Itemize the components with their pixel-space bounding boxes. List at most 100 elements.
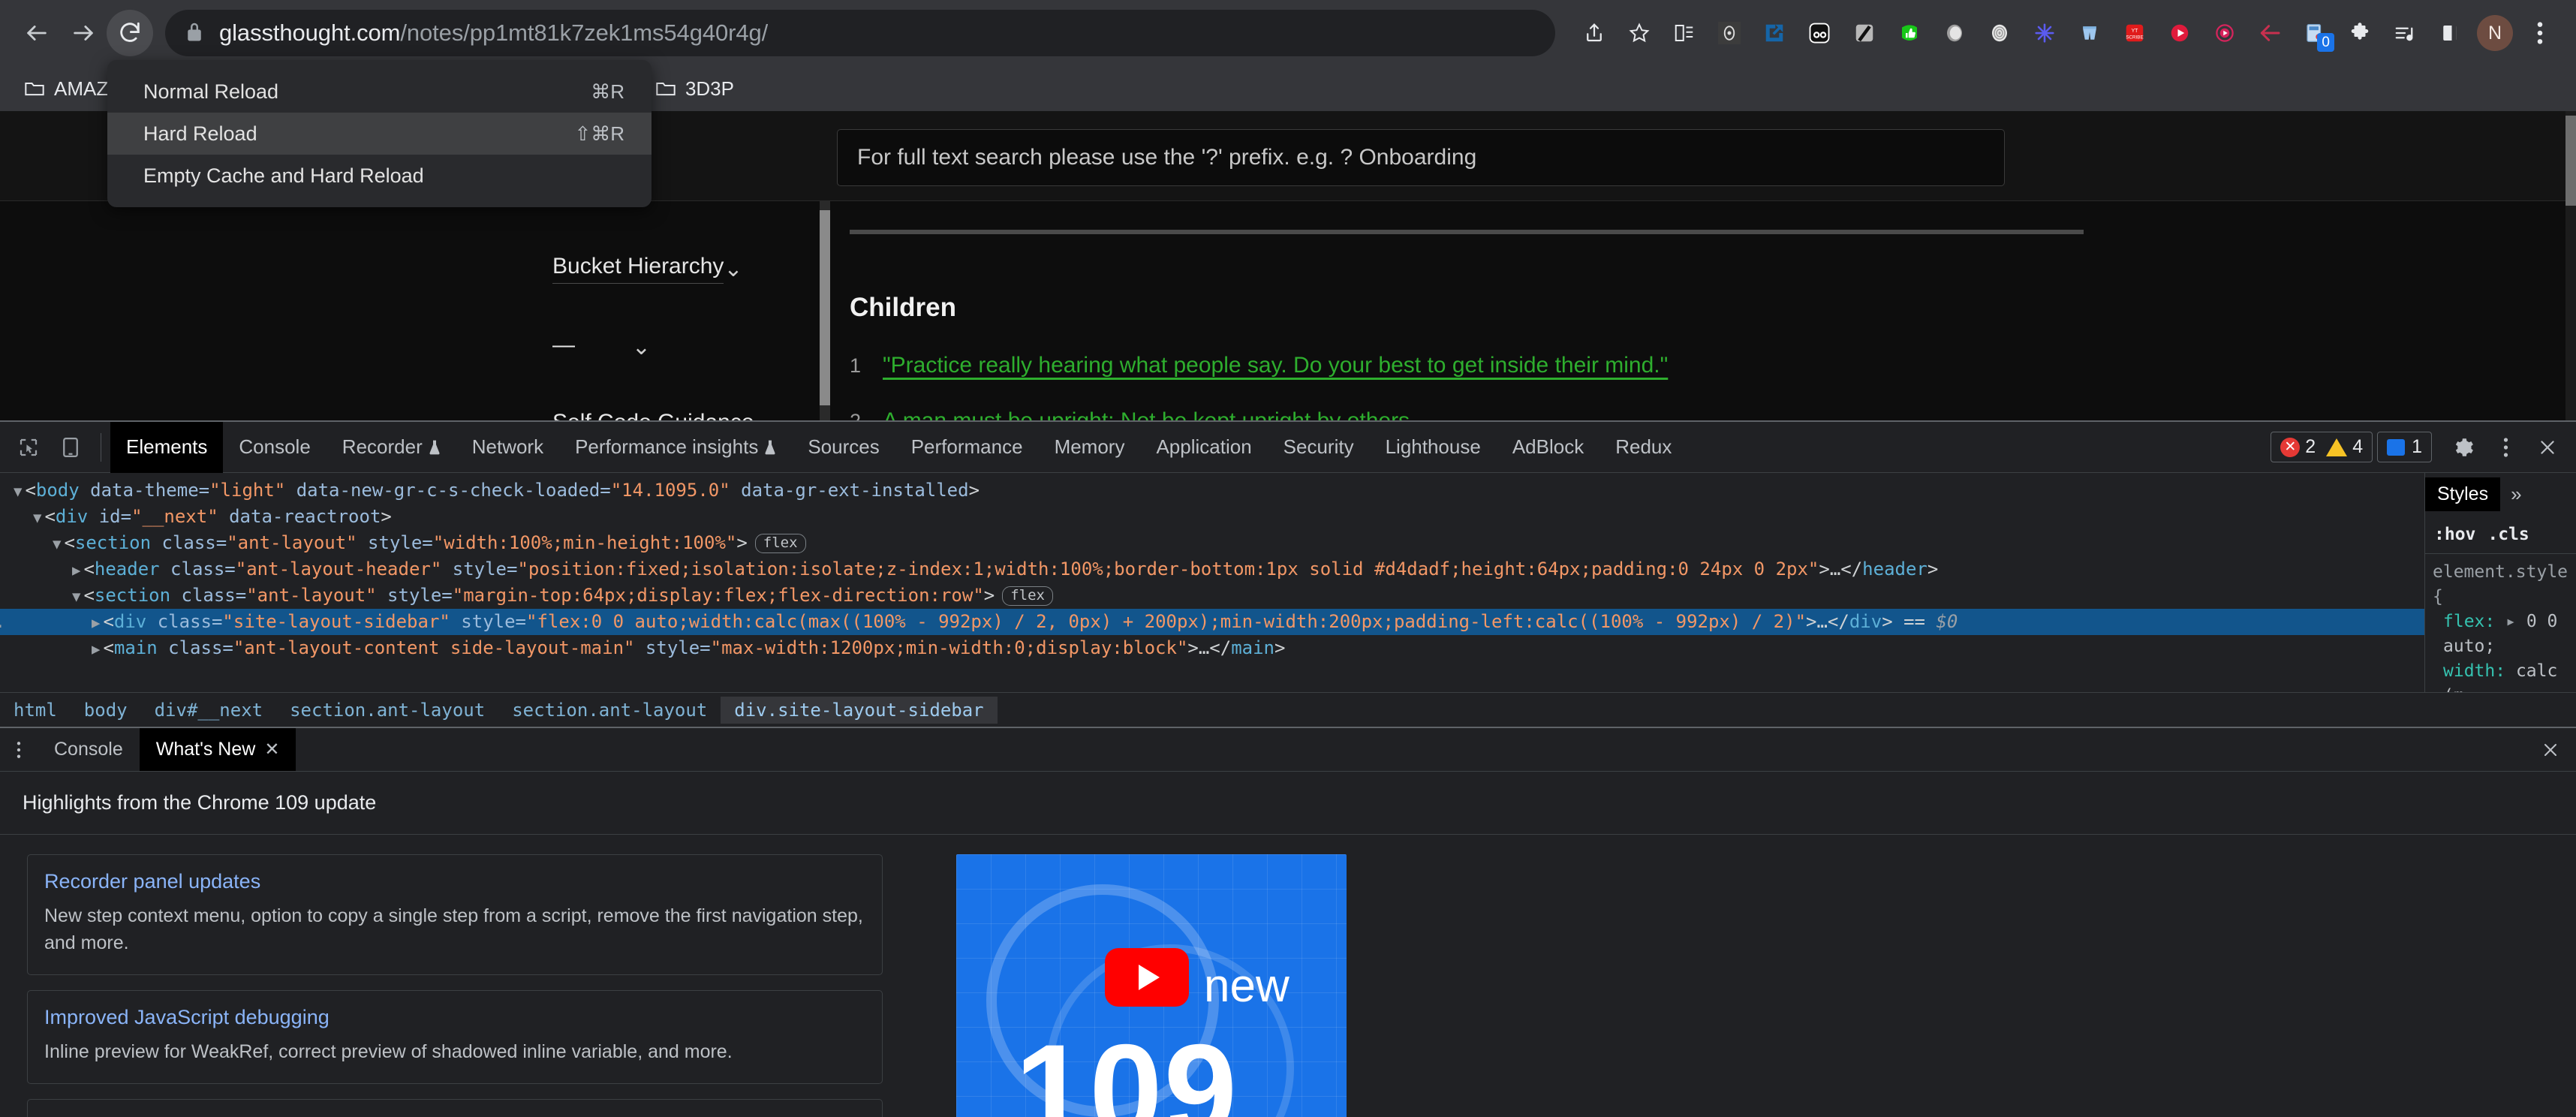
close-icon[interactable]: ✕ bbox=[264, 739, 279, 760]
youtube-music-extension-icon[interactable] bbox=[2202, 10, 2247, 56]
sidebar-scrollbar-thumb[interactable] bbox=[820, 210, 830, 405]
tab-lighthouse[interactable]: Lighthouse bbox=[1370, 422, 1497, 473]
playlist-extension-icon[interactable] bbox=[2382, 10, 2427, 56]
tab-performance-insights[interactable]: Performance insights bbox=[559, 422, 792, 473]
flex-badge[interactable]: flex bbox=[1002, 586, 1053, 606]
dom-tree-node[interactable]: ▼ <section class="ant-layout" style="marg… bbox=[0, 583, 2424, 609]
tab-performance[interactable]: Performance bbox=[895, 422, 1039, 473]
breadcrumb-item[interactable]: section.ant-layout bbox=[498, 697, 721, 724]
style-declaration[interactable]: width: calc(m bbox=[2433, 659, 2568, 692]
tab-adblock[interactable]: AdBlock bbox=[1497, 422, 1599, 473]
drawer-tab-whats-new[interactable]: What's New ✕ bbox=[139, 728, 296, 771]
sidebar-item-bucket-hierarchy[interactable]: Bucket Hierarchy ⌄ bbox=[0, 230, 820, 308]
grey-oval-extension-icon[interactable] bbox=[1932, 10, 1977, 56]
error-counter[interactable]: ✕ 2 bbox=[2280, 436, 2316, 458]
expand-triangle-open-icon[interactable]: ▼ bbox=[14, 483, 22, 500]
menu-item-empty-cache-and-hard-reload[interactable]: Empty Cache and Hard Reload bbox=[107, 155, 652, 197]
puzzle-extensions-icon[interactable] bbox=[2337, 10, 2382, 56]
tab-application[interactable]: Application bbox=[1140, 422, 1267, 473]
screenshot-extension-icon[interactable]: 0 bbox=[2292, 10, 2337, 56]
tab-security[interactable]: Security bbox=[1268, 422, 1370, 473]
warning-counter[interactable]: 4 bbox=[2326, 436, 2363, 458]
expand-triangle-open-icon[interactable]: ▼ bbox=[33, 510, 41, 526]
chevron-down-icon[interactable]: ⌄ bbox=[754, 412, 773, 421]
matrix-extension-icon[interactable] bbox=[1707, 10, 1752, 56]
child-note-link[interactable]: A man must be upright; Not be kept uprig… bbox=[883, 408, 1410, 420]
tab-styles[interactable]: Styles bbox=[2425, 477, 2501, 511]
chevron-down-icon[interactable]: ⌄ bbox=[632, 334, 651, 360]
flex-badge[interactable]: flex bbox=[754, 533, 806, 553]
export-extension-icon[interactable] bbox=[1752, 10, 1797, 56]
thumbs-up-extension-icon[interactable] bbox=[1887, 10, 1932, 56]
menu-item-normal-reload[interactable]: Normal Reload ⌘R bbox=[107, 71, 652, 113]
tab-elements[interactable]: Elements bbox=[110, 421, 224, 473]
issue-counters[interactable]: ✕ 2 4 bbox=[2271, 432, 2373, 462]
menu-item-hard-reload[interactable]: Hard Reload ⇧⌘R bbox=[107, 113, 652, 155]
kebab-menu-icon[interactable] bbox=[2484, 426, 2526, 468]
expand-triangle-closed-icon[interactable]: ▶ bbox=[92, 641, 100, 658]
paint-roller-extension-icon[interactable] bbox=[1842, 10, 1887, 56]
youtube-play-icon[interactable] bbox=[1105, 948, 1189, 1007]
close-icon[interactable] bbox=[2526, 426, 2568, 468]
pink-arrow-extension-icon[interactable] bbox=[2247, 10, 2292, 56]
expand-triangle-closed-icon[interactable]: ▶ bbox=[72, 562, 80, 579]
breadcrumb-item[interactable]: div.site-layout-sidebar bbox=[721, 696, 998, 724]
drawer-close-button[interactable] bbox=[2525, 728, 2576, 771]
tab-memory[interactable]: Memory bbox=[1039, 422, 1141, 473]
reload-button[interactable] bbox=[107, 10, 153, 56]
drawer-kebab-menu-icon[interactable] bbox=[0, 728, 38, 771]
tab-sources[interactable]: Sources bbox=[792, 422, 895, 473]
tab-recorder[interactable]: Recorder bbox=[327, 422, 456, 473]
drawer-tab-console[interactable]: Console bbox=[38, 728, 140, 771]
dom-tree-node[interactable]: …▶<div class="site-layout-sidebar" style… bbox=[0, 609, 2424, 635]
card-title-link[interactable]: Improved JavaScript debugging bbox=[44, 1006, 865, 1029]
device-toolbar-icon[interactable] bbox=[50, 426, 92, 468]
purple-star-extension-icon[interactable] bbox=[2022, 10, 2067, 56]
youtube-play-extension-icon[interactable] bbox=[2157, 10, 2202, 56]
dom-tree-node[interactable]: ▶ <main class="ant-layout-content side-la… bbox=[0, 635, 2424, 661]
bookmark-folder-3d3p[interactable]: 3D3P bbox=[648, 77, 742, 101]
chevron-down-icon[interactable]: ⌄ bbox=[724, 256, 742, 282]
yt-scribe-extension-icon[interactable]: YT SCRIBE bbox=[2112, 10, 2157, 56]
expand-triangle-closed-icon[interactable]: ▶ bbox=[92, 615, 100, 631]
reading-list-icon[interactable] bbox=[1662, 10, 1707, 56]
shorts-extension-icon[interactable] bbox=[2067, 10, 2112, 56]
dom-tree-node[interactable]: ▼ <section class="ant-layout" style="widt… bbox=[0, 530, 2424, 556]
hov-toggle[interactable]: :hov bbox=[2434, 525, 2475, 544]
child-note-link[interactable]: "Practice really hearing what people say… bbox=[883, 353, 1668, 378]
expand-triangle-open-icon[interactable]: ▼ bbox=[72, 589, 80, 605]
card-title-link[interactable]: Recorder panel updates bbox=[44, 870, 865, 893]
profile-avatar[interactable]: N bbox=[2472, 10, 2517, 56]
style-declaration[interactable]: flex: ▸ 0 0 auto; bbox=[2433, 610, 2568, 659]
chevron-double-right-icon[interactable]: » bbox=[2500, 483, 2532, 506]
breadcrumb-item[interactable]: section.ant-layout bbox=[276, 697, 498, 724]
tab-console[interactable]: Console bbox=[223, 422, 326, 473]
page-scrollbar-thumb[interactable] bbox=[2565, 116, 2576, 206]
bookmark-folder-amaz[interactable]: AMAZ bbox=[17, 77, 116, 101]
tab-redux[interactable]: Redux bbox=[1599, 422, 1687, 473]
forward-button[interactable] bbox=[60, 10, 107, 56]
breadcrumb-item[interactable]: html bbox=[0, 697, 71, 724]
tab-network[interactable]: Network bbox=[456, 422, 559, 473]
sidebar-item-self-code-guidance[interactable]: Self Code Guidance ⌄ bbox=[0, 386, 820, 420]
sidebar-item-dash[interactable]: — ⌄ bbox=[0, 308, 820, 386]
search-input[interactable]: For full text search please use the '?' … bbox=[837, 129, 2005, 186]
share-icon[interactable] bbox=[1572, 10, 1617, 56]
owl-extension-icon[interactable] bbox=[1797, 10, 1842, 56]
bookmark-star-icon[interactable] bbox=[1617, 10, 1662, 56]
dom-tree[interactable]: ▼ <body data-theme="light" data-new-gr-c-… bbox=[0, 473, 2424, 692]
back-button[interactable] bbox=[14, 10, 60, 56]
cls-toggle[interactable]: .cls bbox=[2487, 525, 2529, 544]
breadcrumb-item[interactable]: div#__next bbox=[141, 697, 277, 724]
message-counter[interactable]: 1 bbox=[2377, 432, 2432, 462]
dom-tree-node[interactable]: ▶ <header class="ant-layout-header" style… bbox=[0, 556, 2424, 583]
whats-new-video-thumbnail[interactable]: new 109 bbox=[956, 854, 1347, 1117]
breadcrumb[interactable]: html body div#__next section.ant-layout sect… bbox=[0, 692, 2576, 727]
target-extension-icon[interactable] bbox=[1977, 10, 2022, 56]
breadcrumb-item[interactable]: body bbox=[71, 697, 141, 724]
chrome-menu-icon[interactable] bbox=[2517, 10, 2562, 56]
page-scrollbar-track[interactable] bbox=[2565, 111, 2576, 420]
dom-tree-node[interactable]: ▼ <body data-theme="light" data-new-gr-c-… bbox=[0, 477, 2424, 504]
expand-triangle-open-icon[interactable]: ▼ bbox=[53, 536, 61, 552]
gear-icon[interactable] bbox=[2442, 426, 2484, 468]
